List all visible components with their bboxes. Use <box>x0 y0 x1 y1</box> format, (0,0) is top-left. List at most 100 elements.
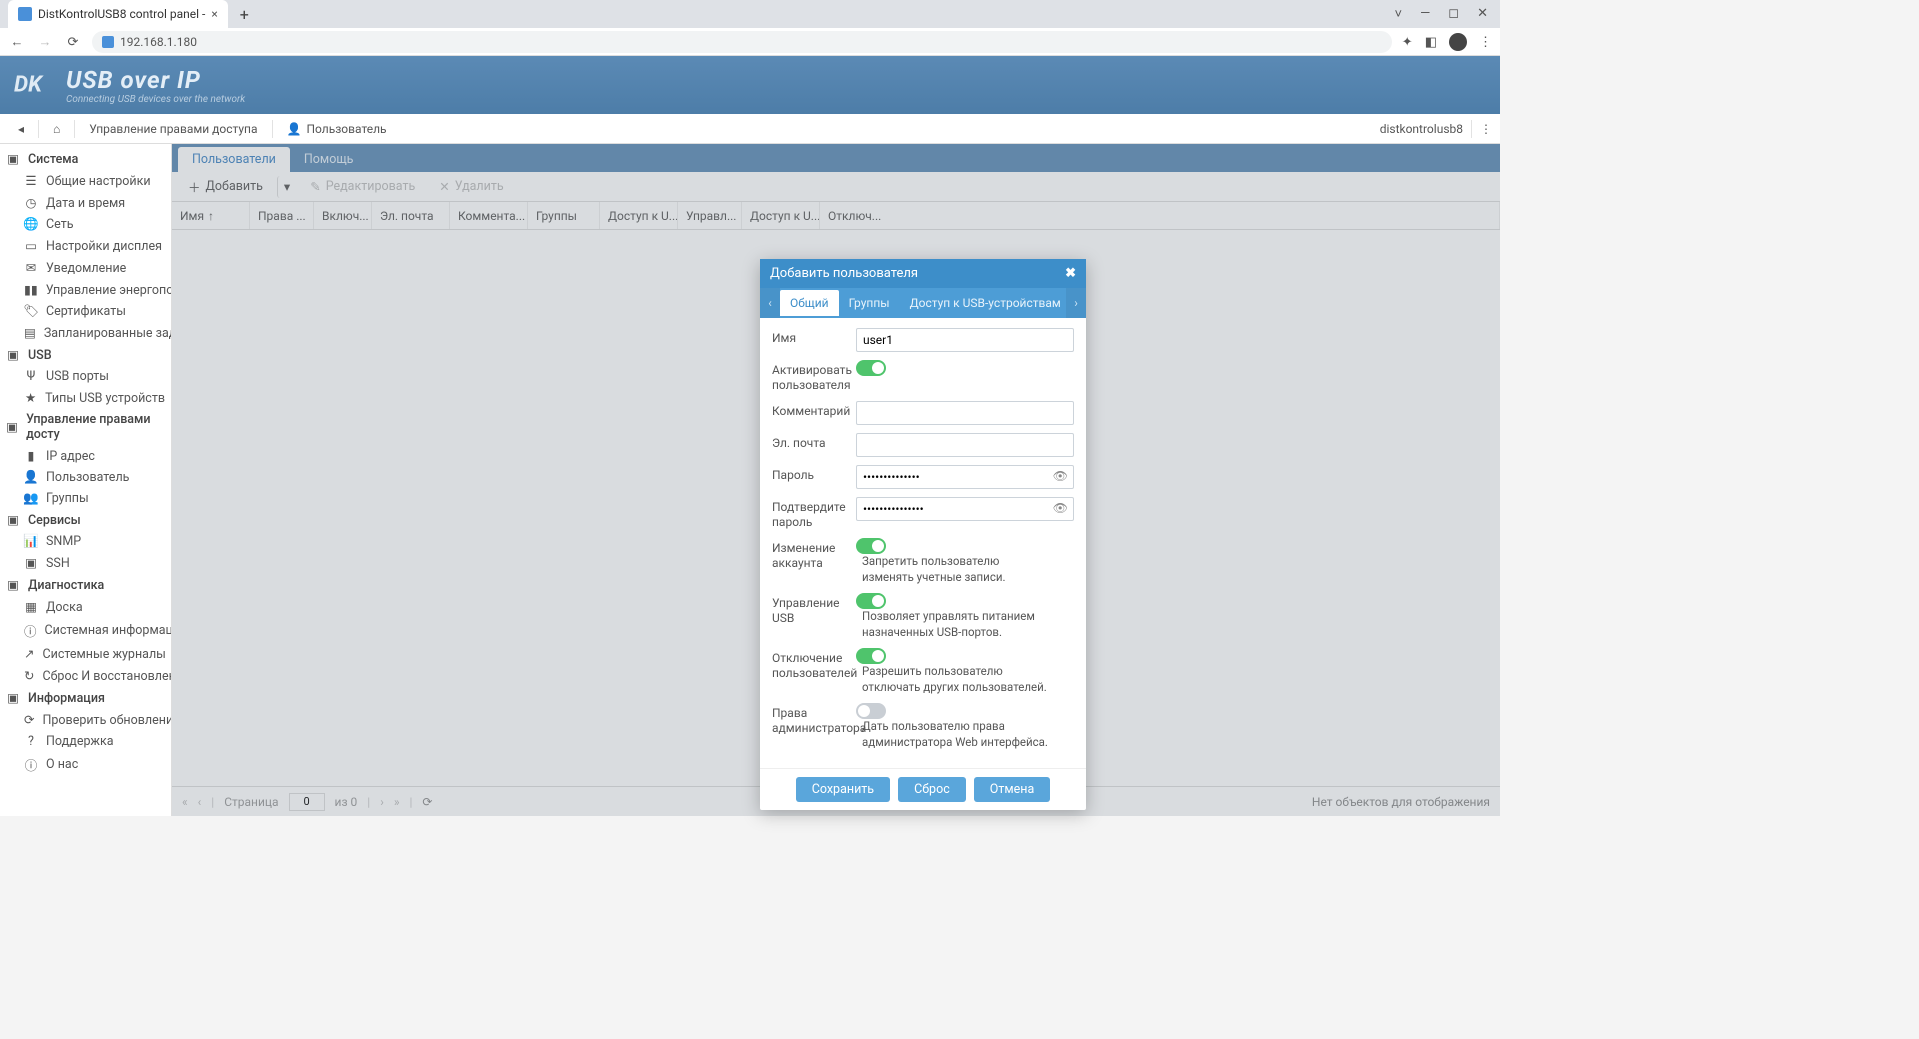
sidebar-item-label: Уведомление <box>46 261 126 276</box>
user-menu-icon[interactable]: ⋮ <box>1480 122 1492 136</box>
usb-manage-toggle[interactable] <box>856 593 886 609</box>
usb-manage-desc: Позволяет управлять питанием назначенных… <box>862 609 1052 640</box>
ext-generic-icon[interactable]: ◧ <box>1425 35 1437 50</box>
sidebar-cat-info-label: Информация <box>28 691 105 706</box>
sidebar-item-label: Дата и время <box>46 196 125 211</box>
flag-icon: ▮ <box>24 448 38 464</box>
name-input[interactable] <box>856 328 1074 352</box>
close-window-icon[interactable]: ✕ <box>1477 6 1488 22</box>
sidebar-cat-usb[interactable]: ▣USB <box>0 344 171 366</box>
modal-tabs: ‹ Общий Группы Доступ к USB-устройствам … <box>760 288 1086 318</box>
sidebar-item-ssh[interactable]: ▣SSH <box>0 552 171 574</box>
eye-icon[interactable]: 👁 <box>1053 501 1068 515</box>
minus-box-icon: ▣ <box>6 151 20 167</box>
browser-menu-icon[interactable]: ⋮ <box>1479 35 1492 50</box>
profile-avatar[interactable] <box>1449 33 1467 51</box>
maximize-icon[interactable]: ◻ <box>1448 6 1459 22</box>
app-banner: DK USB over IP Connecting USB devices ov… <box>0 56 1500 114</box>
sidebar: ▣Система ☰Общие настройки ◷Дата и время … <box>0 144 172 816</box>
certificate-icon: 🏷 <box>24 304 38 319</box>
sidebar-item-power[interactable]: ▮▮Управление энергопотр <box>0 279 171 301</box>
sidebar-item-sysinfo[interactable]: ⓘСистемная информация <box>0 618 171 643</box>
chevron-down-icon[interactable]: ˅ <box>1395 6 1403 22</box>
extensions-icon[interactable]: ✦ <box>1402 35 1413 50</box>
collapse-sidebar-button[interactable]: ◂ <box>8 119 34 139</box>
sidebar-item-notifications[interactable]: ✉ Уведомление <box>0 257 171 279</box>
sidebar-item-label: USB порты <box>46 369 109 384</box>
forward-icon[interactable]: → <box>36 34 54 50</box>
sidebar-item-syslogs[interactable]: ↗Системные журналы <box>0 643 171 665</box>
modal-tab-scroll-left[interactable]: ‹ <box>760 288 780 318</box>
account-toggle[interactable] <box>856 538 886 554</box>
minimize-icon[interactable]: — <box>1420 6 1430 22</box>
field-label-admin: Права администратора <box>772 703 850 736</box>
workspace: ▣Система ☰Общие настройки ◷Дата и время … <box>0 144 1500 816</box>
sidebar-cat-system[interactable]: ▣Система <box>0 148 171 170</box>
sidebar-cat-access[interactable]: ▣Управление правами досту <box>0 409 171 445</box>
admin-toggle[interactable] <box>856 703 886 719</box>
sidebar-item-certificates[interactable]: 🏷Сертификаты <box>0 301 171 322</box>
sidebar-cat-services[interactable]: ▣Сервисы <box>0 509 171 531</box>
disconnect-desc: Разрешить пользователю отключать других … <box>862 664 1052 695</box>
email-input[interactable] <box>856 433 1074 457</box>
modal-tab-scroll-right[interactable]: › <box>1066 288 1086 318</box>
sidebar-item-dashboard[interactable]: ▦Доска <box>0 596 171 618</box>
save-button[interactable]: Сохранить <box>796 777 890 802</box>
field-label-password: Пароль <box>772 465 850 483</box>
new-tab-button[interactable]: + <box>234 5 255 24</box>
extensions-area: ✦ ◧ ⋮ <box>1402 33 1492 51</box>
sidebar-item-groups[interactable]: 👥Группы <box>0 488 171 509</box>
field-label-email: Эл. почта <box>772 433 850 451</box>
sidebar-item-snmp[interactable]: 📊SNMP <box>0 531 171 552</box>
sidebar-item-label: Типы USB устройств <box>45 391 165 406</box>
modal-tab-groups[interactable]: Группы <box>839 290 900 316</box>
logo-icon: DK <box>14 67 62 103</box>
sidebar-item-usb-ports[interactable]: Ψ USB порты <box>0 366 171 387</box>
home-button[interactable]: ⌂ <box>43 119 70 139</box>
sidebar-item-support[interactable]: ?Поддержка <box>0 731 171 752</box>
minus-box-icon: ▣ <box>6 347 20 363</box>
sidebar-cat-diagnostics[interactable]: ▣Диагностика <box>0 574 171 596</box>
tab-close-icon[interactable]: × <box>211 7 217 21</box>
comment-input[interactable] <box>856 401 1074 425</box>
modal-tab-usb[interactable]: Доступ к USB-устройствам <box>900 290 1066 316</box>
sidebar-item-network[interactable]: 🌐Сеть <box>0 214 171 235</box>
field-label-usb-manage: Управление USB <box>772 593 850 626</box>
sidebar-item-general[interactable]: ☰Общие настройки <box>0 170 171 192</box>
sidebar-item-updates[interactable]: ⟳Проверить обновления <box>0 709 171 731</box>
back-icon[interactable]: ← <box>8 34 26 50</box>
sidebar-item-reset[interactable]: ↻Сброс И восстановлени <box>0 665 171 687</box>
password-input[interactable] <box>856 465 1074 489</box>
url-input[interactable]: 192.168.1.180 <box>92 31 1392 53</box>
sidebar-item-scheduled[interactable]: ▤ Запланированные задан <box>0 322 171 344</box>
browser-tab[interactable]: DistKontrolUSB8 control panel - × <box>8 0 228 28</box>
sidebar-item-about[interactable]: ⓘО нас <box>0 752 171 777</box>
modal-close-icon[interactable]: ✖ <box>1065 266 1076 281</box>
mail-icon: ✉ <box>24 260 38 276</box>
sidebar-item-usb-types[interactable]: ★Типы USB устройств <box>0 387 171 409</box>
reset-button[interactable]: Сброс <box>898 777 966 802</box>
disconnect-toggle[interactable] <box>856 648 886 664</box>
sidebar-item-user[interactable]: 👤Пользователь <box>0 467 171 488</box>
modal-tab-general[interactable]: Общий <box>780 290 839 316</box>
eye-icon[interactable]: 👁 <box>1053 469 1068 483</box>
sidebar-item-datetime[interactable]: ◷Дата и время <box>0 192 171 214</box>
sidebar-item-label: Запланированные задан <box>44 326 171 341</box>
sidebar-item-ip[interactable]: ▮IP адрес <box>0 445 171 467</box>
sidebar-item-label: Системные журналы <box>42 647 165 662</box>
terminal-icon: ▣ <box>24 555 38 571</box>
field-label-password-confirm: Подтвердите пароль <box>772 497 850 530</box>
breadcrumb-access[interactable]: Управление правами доступа <box>79 119 267 139</box>
reload-icon[interactable]: ⟳ <box>64 35 82 50</box>
breadcrumb-user-label: Пользователь <box>306 122 386 136</box>
calendar-icon: ▤ <box>24 325 36 341</box>
site-info-icon[interactable] <box>102 36 114 48</box>
cancel-button[interactable]: Отмена <box>974 777 1051 802</box>
sidebar-item-display[interactable]: ▭Настройки дисплея <box>0 235 171 257</box>
sidebar-cat-info[interactable]: ▣Информация <box>0 687 171 709</box>
activate-toggle[interactable] <box>856 360 886 376</box>
password-confirm-input[interactable] <box>856 497 1074 521</box>
monitor-icon: ▭ <box>24 238 38 254</box>
usb-icon: Ψ <box>24 369 38 384</box>
breadcrumb-user[interactable]: 👤 Пользователь <box>277 119 397 139</box>
